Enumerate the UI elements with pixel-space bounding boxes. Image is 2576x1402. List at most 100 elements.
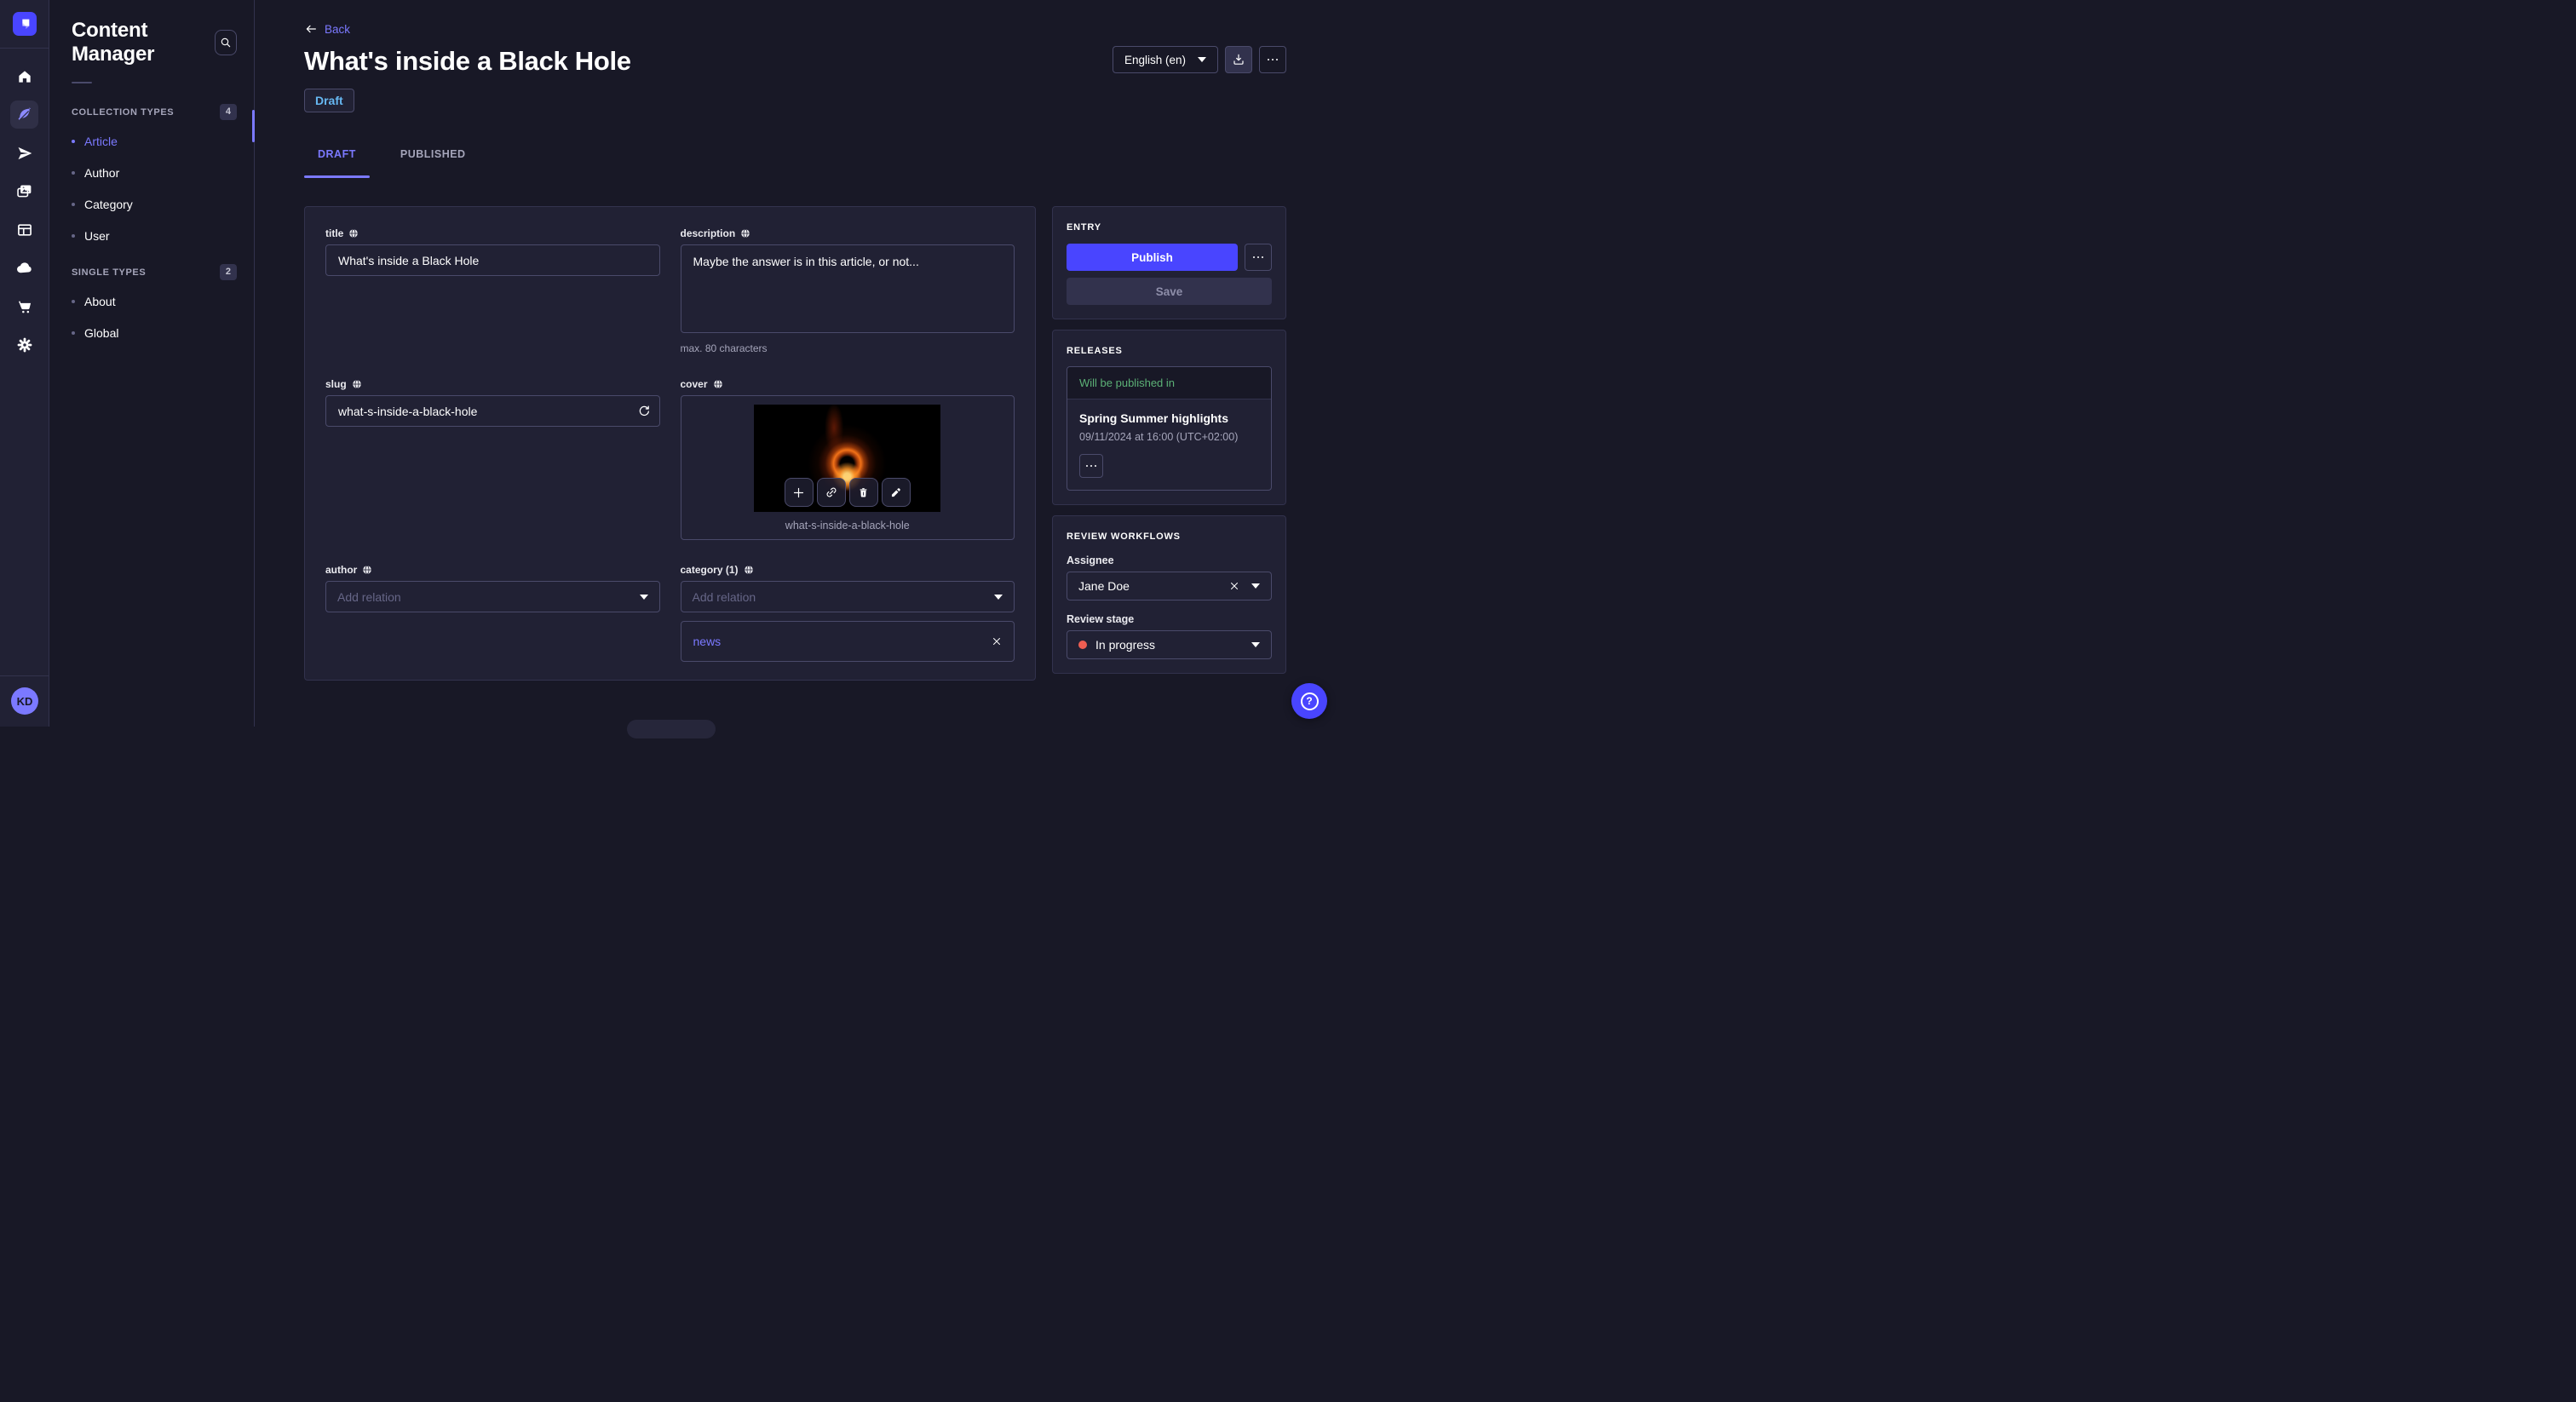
field-cover: cover what-s-inside-a-black-hole [680,378,1015,540]
search-button[interactable] [214,30,237,55]
slug-field-label: slug [325,378,347,390]
copy-link-button[interactable] [816,478,846,507]
releases-panel: RELEASES Will be published in Spring Sum… [1052,330,1286,505]
sidebar-item-author[interactable]: Author [72,160,237,186]
single-types-count-badge: 2 [219,264,237,280]
remove-relation-icon[interactable] [992,636,1002,646]
assignee-value: Jane Doe [1078,579,1130,593]
help-button[interactable]: ? [1291,683,1327,719]
collection-types-count-badge: 4 [219,104,237,120]
header-more-button[interactable] [1259,46,1286,73]
field-category: category (1) Add relation news [680,564,1015,662]
entry-form-card: title description [304,206,1036,681]
author-field-label: author [325,564,358,576]
sidebar-item-about[interactable]: About [72,289,237,314]
add-media-button[interactable] [784,478,814,507]
category-relations-list: news [680,621,1015,662]
sidebar-item-label: Global [84,326,119,340]
export-button[interactable] [1225,46,1252,73]
stage-value: In progress [1095,638,1156,652]
bullet-icon [72,171,75,175]
field-author: author Add relation [325,564,660,612]
home-icon[interactable] [10,62,38,90]
release-status-banner: Will be published in [1067,367,1271,399]
releases-icon[interactable] [10,139,38,167]
tab-published[interactable]: PUBLISHED [387,141,480,170]
bullet-icon [72,234,75,238]
stage-status-dot [1078,641,1087,649]
next-section-peek [627,720,716,738]
author-relation-select[interactable]: Add relation [325,581,660,612]
release-name: Spring Summer highlights [1079,411,1229,425]
tab-draft[interactable]: DRAFT [304,141,370,178]
bullet-icon [72,300,75,303]
relation-link[interactable]: news [693,635,722,648]
trash-icon [860,487,867,497]
entry-panel: ENTRY Publish Save [1052,206,1286,319]
edit-media-button[interactable] [881,478,911,507]
release-more-button[interactable] [1079,454,1103,478]
subnav-title: Content Manager [72,19,155,66]
sidebar-item-global[interactable]: Global [72,320,237,346]
collection-types-header: COLLECTION TYPES [72,106,175,118]
content-type-builder-icon[interactable] [10,215,38,244]
review-stage-select[interactable]: In progress [1067,630,1272,659]
sidebar-item-label: Author [84,166,120,180]
category-field-label: category (1) [680,564,739,576]
chevron-down-icon [639,594,648,600]
review-stage-label: Review stage [1067,613,1135,625]
category-placeholder: Add relation [692,589,756,604]
status-badge: Draft [304,89,354,112]
user-avatar[interactable]: KD [11,687,38,715]
sidebar-item-label: Category [84,198,133,211]
sidebar-item-user[interactable]: User [72,223,237,249]
author-placeholder: Add relation [337,589,401,604]
download-icon [1233,54,1244,65]
cover-image-black-hole [754,405,941,512]
clear-assignee-icon[interactable] [1229,581,1239,591]
globe-i18n-icon [363,565,372,575]
description-textarea[interactable]: Maybe the answer is in this article, or … [680,244,1015,333]
main-nav-rail: KD [0,0,49,727]
search-icon [221,37,231,48]
regenerate-slug-button[interactable] [637,405,651,418]
back-button[interactable]: Back [304,0,350,36]
slug-input[interactable] [325,395,660,427]
locale-select[interactable]: English (en) [1112,46,1218,73]
plus-icon [794,487,804,497]
entry-more-button[interactable] [1245,244,1272,271]
release-card: Will be published in Spring Summer highl… [1067,366,1272,491]
strapi-logo[interactable] [12,12,37,36]
deploy-cloud-icon[interactable] [10,254,38,282]
chevron-down-icon [1198,57,1206,62]
media-library-icon[interactable] [10,177,38,205]
cover-field-label: cover [680,378,708,390]
pencil-icon [892,487,900,497]
chevron-down-icon [1251,583,1260,589]
more-icon [1267,58,1279,61]
delete-media-button[interactable] [848,478,878,507]
globe-i18n-icon [352,379,361,389]
locale-value: English (en) [1124,53,1186,66]
cover-media-card: what-s-inside-a-black-hole [680,395,1015,540]
strapi-logo-icon [21,19,29,29]
review-panel-title: REVIEW WORKFLOWS [1067,531,1181,542]
assignee-select[interactable]: Jane Doe [1067,572,1272,600]
save-button[interactable]: Save [1067,278,1272,305]
review-workflows-panel: REVIEW WORKFLOWS Assignee Jane Doe Revie… [1052,515,1286,674]
description-field-label: description [680,227,736,239]
sidebar-item-article[interactable]: Article [72,129,237,154]
publish-button[interactable]: Publish [1067,244,1238,271]
bullet-icon [72,203,75,206]
sidebar-item-category[interactable]: Category [72,192,237,217]
title-input[interactable] [325,244,660,276]
category-relation-select[interactable]: Add relation [680,581,1015,612]
chevron-down-icon [994,594,1003,600]
globe-i18n-icon [713,379,722,389]
subnav-divider [72,82,92,83]
main-content: Back What's inside a Black Hole Draft En… [255,0,1336,738]
marketplace-cart-icon[interactable] [10,292,38,320]
help-icon: ? [1300,692,1319,710]
content-manager-icon[interactable] [10,101,38,129]
settings-gear-icon[interactable] [10,330,38,359]
